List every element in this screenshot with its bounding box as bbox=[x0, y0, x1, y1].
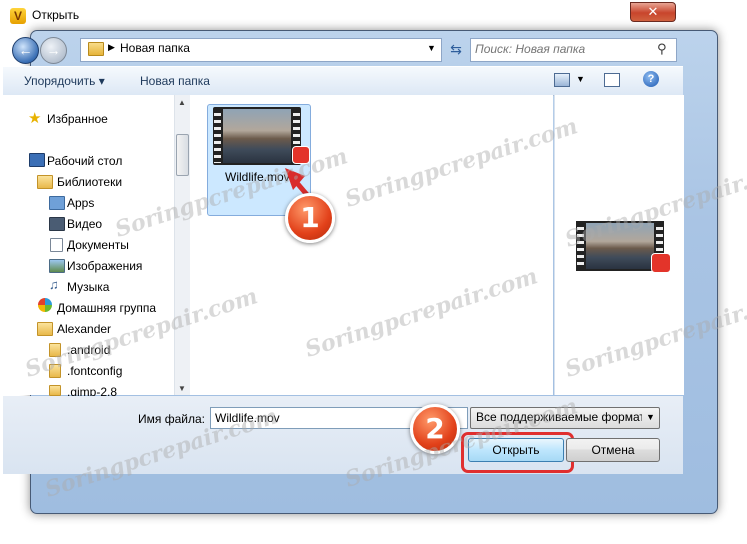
step-1-badge: 1 bbox=[285, 193, 335, 243]
annotation-arrow bbox=[285, 168, 323, 213]
step-2-badge: 2 bbox=[410, 404, 460, 454]
